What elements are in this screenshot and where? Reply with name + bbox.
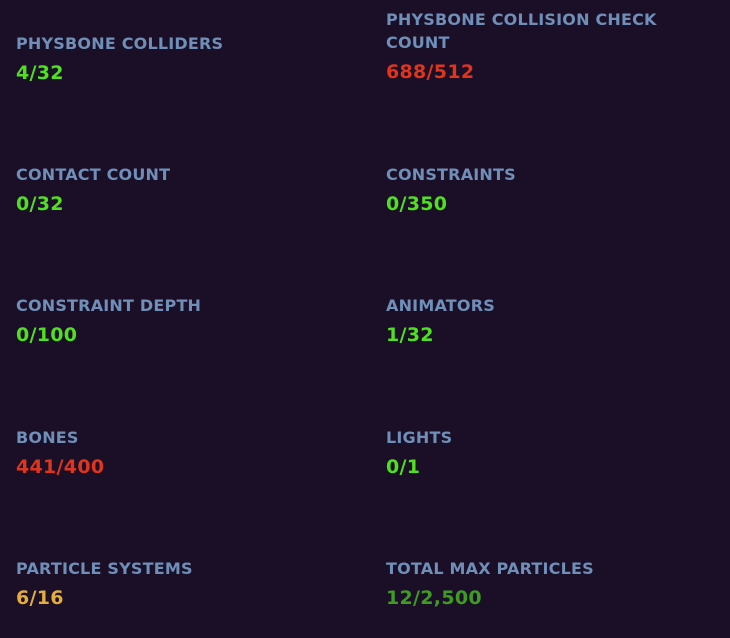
stat-label: LIGHTS — [386, 428, 453, 447]
stat-contact-count: CONTACT COUNT 0/32 — [16, 163, 316, 216]
stat-label: TOTAL MAX PARTICLES — [386, 559, 594, 578]
stat-label: PARTICLE SYSTEMS — [16, 559, 193, 578]
stat-physbone-colliders: PHYSBONE COLLIDERS 4/32 — [16, 32, 316, 85]
stat-label: ANIMATORS — [386, 296, 495, 315]
stat-particle-systems: PARTICLE SYSTEMS 6/16 — [16, 557, 316, 610]
stat-label: CONSTRAINTS — [386, 165, 516, 184]
stat-animators: ANIMATORS 1/32 — [386, 294, 686, 347]
stat-lights: LIGHTS 0/1 — [386, 426, 686, 479]
stat-value: 1/32 — [386, 324, 434, 346]
stat-value: 0/100 — [16, 324, 78, 346]
stat-value: 688/512 — [386, 61, 475, 83]
stat-label: CONTACT COUNT — [16, 165, 171, 184]
stat-label: PHYSBONE COLLISION CHECK COUNT — [386, 10, 657, 52]
stat-bones: BONES 441/400 — [16, 426, 316, 479]
stat-value: 4/32 — [16, 62, 64, 84]
stat-value: 0/350 — [386, 193, 448, 215]
stat-value: 0/1 — [386, 456, 421, 478]
stat-constraint-depth: CONSTRAINT DEPTH 0/100 — [16, 294, 316, 347]
avatar-performance-stats: PHYSBONE COLLIDERS 4/32 PHYSBONE COLLISI… — [0, 0, 730, 638]
stat-label: BONES — [16, 428, 79, 447]
stat-physbone-collision-check-count: PHYSBONE COLLISION CHECK COUNT 688/512 — [386, 8, 686, 84]
stat-label: CONSTRAINT DEPTH — [16, 296, 202, 315]
stat-value: 12/2,500 — [386, 587, 482, 609]
stat-total-max-particles: TOTAL MAX PARTICLES 12/2,500 — [386, 557, 686, 610]
stat-value: 6/16 — [16, 587, 64, 609]
stat-value: 441/400 — [16, 456, 105, 478]
stat-value: 0/32 — [16, 193, 64, 215]
stat-label: PHYSBONE COLLIDERS — [16, 34, 224, 53]
stat-constraints: CONSTRAINTS 0/350 — [386, 163, 686, 216]
